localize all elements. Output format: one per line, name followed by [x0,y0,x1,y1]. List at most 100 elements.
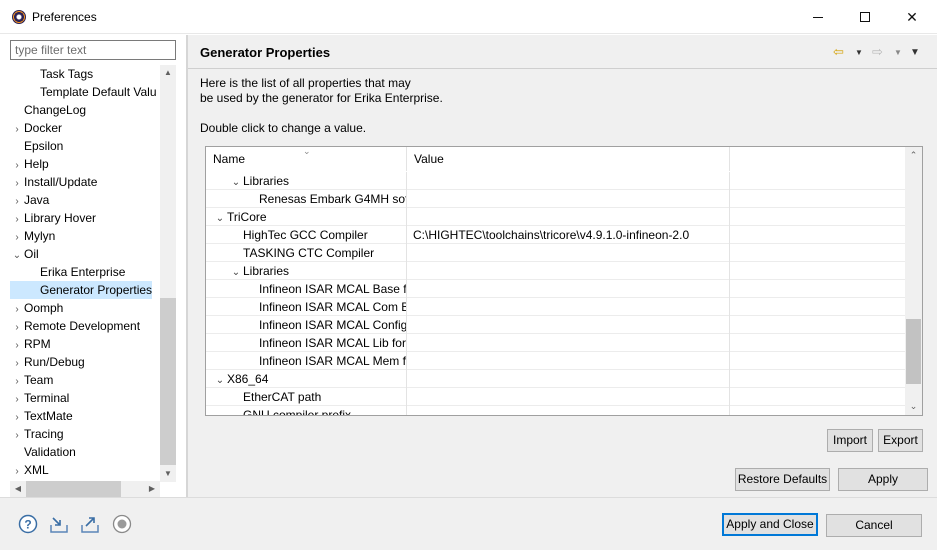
restore-defaults-button[interactable]: Restore Defaults [735,468,830,491]
tree-item[interactable]: Erika Enterprise [10,263,125,281]
import-preferences-icon[interactable] [49,514,69,534]
minimize-button[interactable] [796,2,840,32]
table-row[interactable]: TASKING CTC Compiler [206,244,905,262]
record-icon[interactable] [112,514,132,534]
property-value-cell[interactable]: C:\HIGHTEC\toolchains\tricore\v4.9.1.0-i… [407,226,730,244]
tree-item[interactable]: › Tracing [10,425,63,443]
property-value-cell[interactable] [407,262,730,280]
property-value-cell[interactable] [407,244,730,262]
table-row[interactable]: ⌄ X86_64 [206,370,905,388]
scroll-up-icon[interactable]: ⌃ [905,147,922,164]
cancel-button[interactable]: Cancel [826,514,922,537]
empty-cell [730,334,905,352]
property-value-cell[interactable] [407,370,730,388]
table-row[interactable]: HighTec GCC Compiler C:\HIGHTEC\toolchain… [206,226,905,244]
properties-table: Name ⌄ Value ⌄ Libraries Renesas Embark G4… [205,146,923,416]
scroll-thumb[interactable] [26,481,121,497]
scroll-left-icon[interactable]: ◀ [10,481,26,497]
tree-item[interactable]: Validation [10,443,76,461]
tree-item[interactable]: › XML [10,461,49,481]
close-button[interactable]: ✕ [890,2,934,32]
table-row[interactable]: Infineon ISAR MCAL Lib for [206,334,905,352]
scroll-up-icon[interactable]: ▲ [160,65,176,81]
tree-item[interactable]: › Oomph [10,299,63,317]
back-arrow-icon[interactable]: ⇦ [833,43,844,61]
tree-item[interactable]: › Team [10,371,53,389]
tree-item[interactable]: › Docker [10,119,62,137]
tree-item[interactable]: › TextMate [10,407,72,425]
property-value-cell[interactable] [407,190,730,208]
table-row[interactable]: Infineon ISAR MCAL Com B [206,298,905,316]
tree-item[interactable]: › Java [10,191,49,209]
property-value-cell[interactable] [407,208,730,226]
property-value-cell[interactable] [407,280,730,298]
tree-item[interactable]: › Terminal [10,389,69,407]
collapsed-chevron-icon[interactable]: › [10,463,24,481]
tree-item[interactable]: Generator Properties [10,281,153,299]
column-header-value[interactable]: Value [407,147,730,171]
filter-input[interactable] [10,40,176,60]
tree-item[interactable]: Epsilon [10,137,63,155]
scroll-thumb[interactable] [906,319,921,384]
help-icon[interactable]: ? [18,514,38,534]
column-header-name[interactable]: Name ⌄ [206,147,407,171]
property-name: TASKING CTC Compiler [243,246,375,260]
expanded-chevron-icon[interactable]: ⌄ [213,210,227,226]
property-name: Infineon ISAR MCAL Config [259,318,407,332]
table-row[interactable]: ⌄ Libraries [206,172,905,190]
table-row[interactable]: Infineon ISAR MCAL Config [206,316,905,334]
property-value-cell[interactable] [407,388,730,406]
tree-item[interactable]: › Mylyn [10,227,55,245]
table-vertical-scrollbar[interactable]: ⌃ ⌄ [905,147,922,415]
table-row[interactable]: ⌄ Libraries [206,262,905,280]
maximize-button[interactable] [843,2,887,32]
table-row[interactable]: Infineon ISAR MCAL Base fo [206,280,905,298]
table-row[interactable]: EtherCAT path [206,388,905,406]
scroll-right-icon[interactable]: ▶ [144,481,160,497]
property-value-cell[interactable] [407,172,730,190]
view-menu-icon[interactable]: ▼ [910,43,920,61]
property-value-cell[interactable] [407,406,730,415]
tree-item[interactable]: › Library Hover [10,209,96,227]
sort-indicator-icon: ⌄ [303,146,311,156]
tree-item[interactable]: › Install/Update [10,173,97,191]
tree-item[interactable]: ChangeLog [10,101,86,119]
import-button[interactable]: Import [827,429,873,452]
tree-item[interactable]: ⌄ Oil [10,245,39,263]
tree-item[interactable]: Template Default Valu [10,83,157,101]
table-row[interactable]: Renesas Embark G4MH soft [206,190,905,208]
table-row[interactable]: ⌄ TriCore [206,208,905,226]
scroll-down-icon[interactable]: ▼ [160,466,176,482]
tree-item[interactable]: › Help [10,155,48,173]
apply-and-close-button[interactable]: Apply and Close [722,513,818,536]
property-value-cell[interactable] [407,352,730,370]
property-value-cell[interactable] [407,334,730,352]
expanded-chevron-icon[interactable]: ⌄ [229,174,243,190]
empty-cell [730,172,905,190]
forward-history-dropdown-icon[interactable]: ▼ [894,43,902,61]
tree-item[interactable]: › Run/Debug [10,353,84,371]
property-value-cell[interactable] [407,298,730,316]
table-row[interactable]: GNU compiler prefix [206,406,905,415]
tree-item-label: XML [24,463,49,477]
scroll-down-icon[interactable]: ⌄ [905,398,922,415]
property-name: Infineon ISAR MCAL Lib for [259,336,406,350]
back-history-dropdown-icon[interactable]: ▼ [855,43,863,61]
tree-vertical-scrollbar[interactable]: ▲ ▼ [160,65,176,482]
tree-horizontal-scrollbar[interactable]: ◀ ▶ [10,481,160,497]
property-value-cell[interactable] [407,316,730,334]
table-row[interactable]: Infineon ISAR MCAL Mem f [206,352,905,370]
tree-item[interactable]: › RPM [10,335,50,353]
apply-button[interactable]: Apply [838,468,928,491]
tree-item[interactable]: › Remote Development [10,317,140,335]
tree-item[interactable]: Task Tags [10,65,93,83]
property-name: Renesas Embark G4MH soft [259,192,407,206]
expanded-chevron-icon[interactable]: ⌄ [213,372,227,388]
export-preferences-icon[interactable] [80,514,100,534]
export-button[interactable]: Export [878,429,923,452]
scroll-thumb[interactable] [160,298,176,465]
expanded-chevron-icon[interactable]: ⌄ [229,264,243,280]
property-name-cell: ⌄ Libraries [206,172,407,190]
forward-arrow-icon[interactable]: ⇨ [872,43,883,61]
tree-item-label: Task Tags [40,67,94,81]
